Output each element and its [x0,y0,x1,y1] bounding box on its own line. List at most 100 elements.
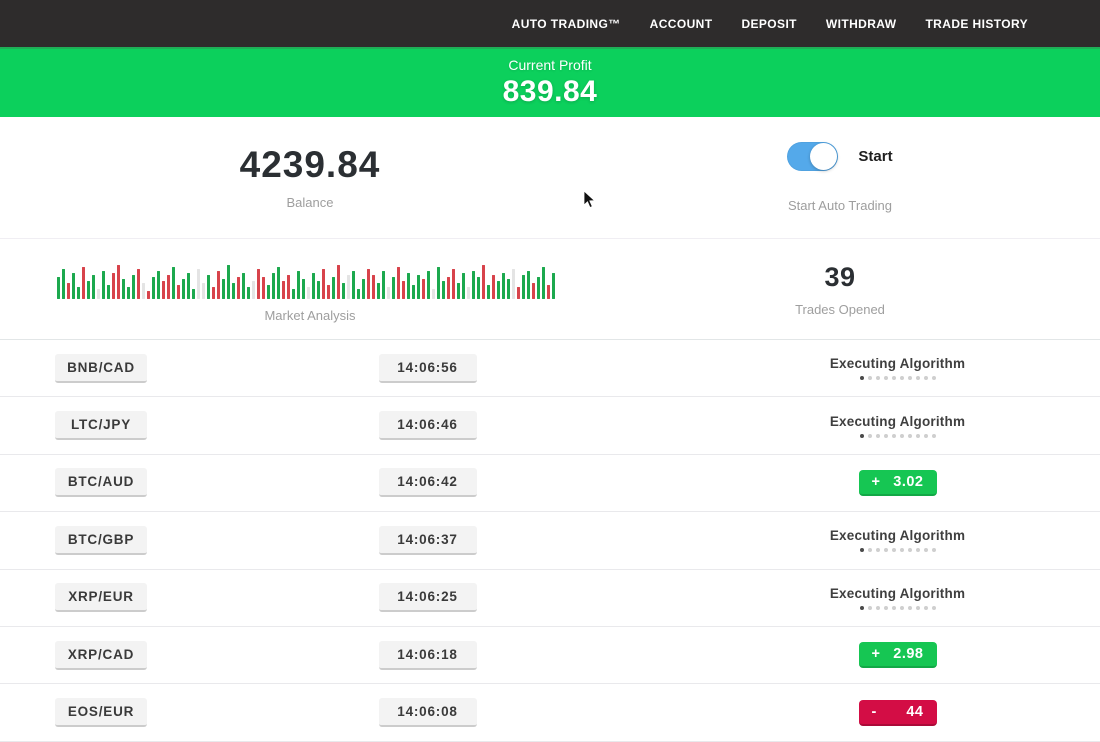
time-badge: 14:06:56 [379,354,477,383]
profit-banner-label: Current Profit [508,57,591,73]
executing-status: Executing Algorithm [830,528,965,552]
chart-bar [372,275,375,299]
pair-badge[interactable]: BNB/CAD [55,354,147,383]
chart-bar [387,287,390,299]
chart-bar [132,275,135,299]
chart-bar [297,271,300,299]
chart-bar [507,279,510,299]
chart-bar [407,273,410,299]
chart-bar [457,283,460,299]
table-row: BTC/AUD14:06:42+3.02 [0,455,1100,512]
chart-bar [152,277,155,299]
chart-bar [142,283,145,299]
pair-badge[interactable]: EOS/EUR [55,698,147,727]
time-badge: 14:06:08 [379,698,477,727]
chart-bar [547,285,550,299]
chart-bar [217,271,220,299]
chart-bar [82,267,85,299]
trade-result-badge: -44 [859,700,937,726]
chart-bar [317,281,320,299]
chart-bar [522,275,525,299]
chart-bar [112,273,115,299]
chart-bar [512,269,515,299]
pair-badge[interactable]: XRP/EUR [55,583,147,612]
chart-bar [537,277,540,299]
chart-bar [427,271,430,299]
chart-bar [497,281,500,299]
chart-bar [447,277,450,299]
chart-bar [322,269,325,299]
chart-bar [307,287,310,299]
chart-bar [342,283,345,299]
result-sign: + [872,646,881,662]
auto-trading-sublabel: Start Auto Trading [788,198,892,213]
nav-item-trade-history[interactable]: TRADE HISTORY [925,17,1028,31]
chart-bar [107,285,110,299]
table-row: XRP/EUR14:06:25Executing Algorithm [0,570,1100,627]
chart-bar [277,267,280,299]
chart-bar [147,291,150,299]
top-navbar: AUTO TRADING™ ACCOUNT DEPOSIT WITHDRAW TRADE… [0,0,1100,47]
chart-bar [252,281,255,299]
chart-bar [177,285,180,299]
chart-bar [327,285,330,299]
chart-bar [192,289,195,299]
chart-bar [222,279,225,299]
profit-banner-value: 839.84 [503,75,598,109]
chart-bar [287,275,290,299]
pair-badge[interactable]: LTC/JPY [55,411,147,440]
chart-bar [67,283,70,299]
chart-bar [532,283,535,299]
chart-bar [117,265,120,299]
result-value: 3.02 [893,474,923,490]
chart-bar [487,285,490,299]
chart-bar [122,279,125,299]
executing-status: Executing Algorithm [830,414,965,438]
executing-algorithm-label: Executing Algorithm [830,356,965,371]
chart-bar [197,269,200,299]
chart-bar [302,279,305,299]
chart-bar [262,277,265,299]
executing-algorithm-label: Executing Algorithm [830,414,965,429]
chart-bar [182,279,185,299]
table-row: EOS/EUR 14:06:08 -44 [0,684,1100,741]
chart-bar [207,275,210,299]
pair-badge[interactable]: XRP/CAD [55,641,147,670]
nav-item-deposit[interactable]: DEPOSIT [741,17,796,31]
chart-bar [527,271,530,299]
executing-status: Executing Algorithm [830,586,965,610]
pair-badge[interactable]: BTC/AUD [55,468,147,497]
executing-algorithm-label: Executing Algorithm [830,528,965,543]
chart-bar [442,281,445,299]
toggle-knob [810,143,837,170]
chart-bar [97,289,100,299]
table-row: XRP/CAD14:06:18+2.98 [0,627,1100,684]
trade-result-badge: +3.02 [859,470,937,496]
chart-bar [332,277,335,299]
time-badge: 14:06:37 [379,526,477,555]
chart-bar [77,287,80,299]
chart-bar [257,269,260,299]
chart-bar [382,271,385,299]
nav-item-account[interactable]: ACCOUNT [650,17,713,31]
chart-bar [552,273,555,299]
chart-bar [517,287,520,299]
chart-bar [92,275,95,299]
chart-bar [392,277,395,299]
chart-bar [157,271,160,299]
trade-result-badge: +2.98 [859,642,937,668]
chart-bar [282,281,285,299]
pair-badge[interactable]: BTC/GBP [55,526,147,555]
nav-item-withdraw[interactable]: WITHDRAW [826,17,897,31]
chart-bar [127,287,130,299]
time-badge: 14:06:46 [379,411,477,440]
auto-trading-toggle[interactable] [787,142,838,171]
chart-bar [247,287,250,299]
chart-bar [202,283,205,299]
chart-bar [312,273,315,299]
chart-bar [412,285,415,299]
chart-bar [462,273,465,299]
executing-algorithm-label: Executing Algorithm [830,586,965,601]
chart-bar [472,271,475,299]
nav-item-auto-trading[interactable]: AUTO TRADING™ [512,17,621,31]
